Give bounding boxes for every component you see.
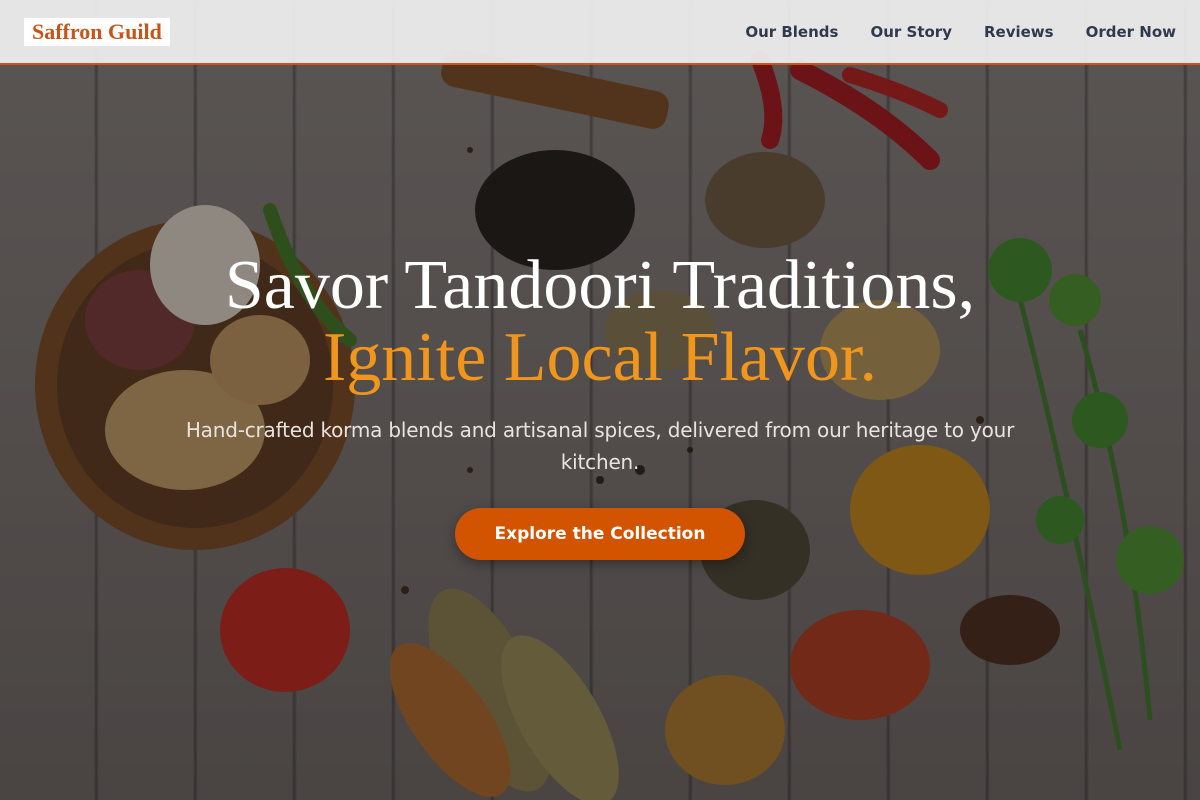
hero-content: Savor Tandoori Traditions, Ignite Local … <box>0 250 1200 560</box>
brand-logo[interactable]: Saffron Guild <box>24 17 170 46</box>
hero-headline-line1: Savor Tandoori Traditions, <box>224 247 976 324</box>
nav-link-order-now[interactable]: Order Now <box>1086 23 1176 41</box>
nav-link-our-story[interactable]: Our Story <box>870 23 952 41</box>
top-nav-bar: Saffron Guild Our Blends Our Story Revie… <box>0 0 1200 65</box>
hero-headline: Savor Tandoori Traditions, Ignite Local … <box>0 250 1200 394</box>
nav-link-our-blends[interactable]: Our Blends <box>745 23 838 41</box>
explore-collection-button[interactable]: Explore the Collection <box>454 508 746 560</box>
hero-subtitle: Hand-crafted korma blends and artisanal … <box>185 418 1015 474</box>
nav-links: Our Blends Our Story Reviews Order Now <box>745 23 1176 41</box>
nav-link-reviews[interactable]: Reviews <box>984 23 1054 41</box>
hero-headline-accent: Ignite Local Flavor. <box>322 319 878 396</box>
